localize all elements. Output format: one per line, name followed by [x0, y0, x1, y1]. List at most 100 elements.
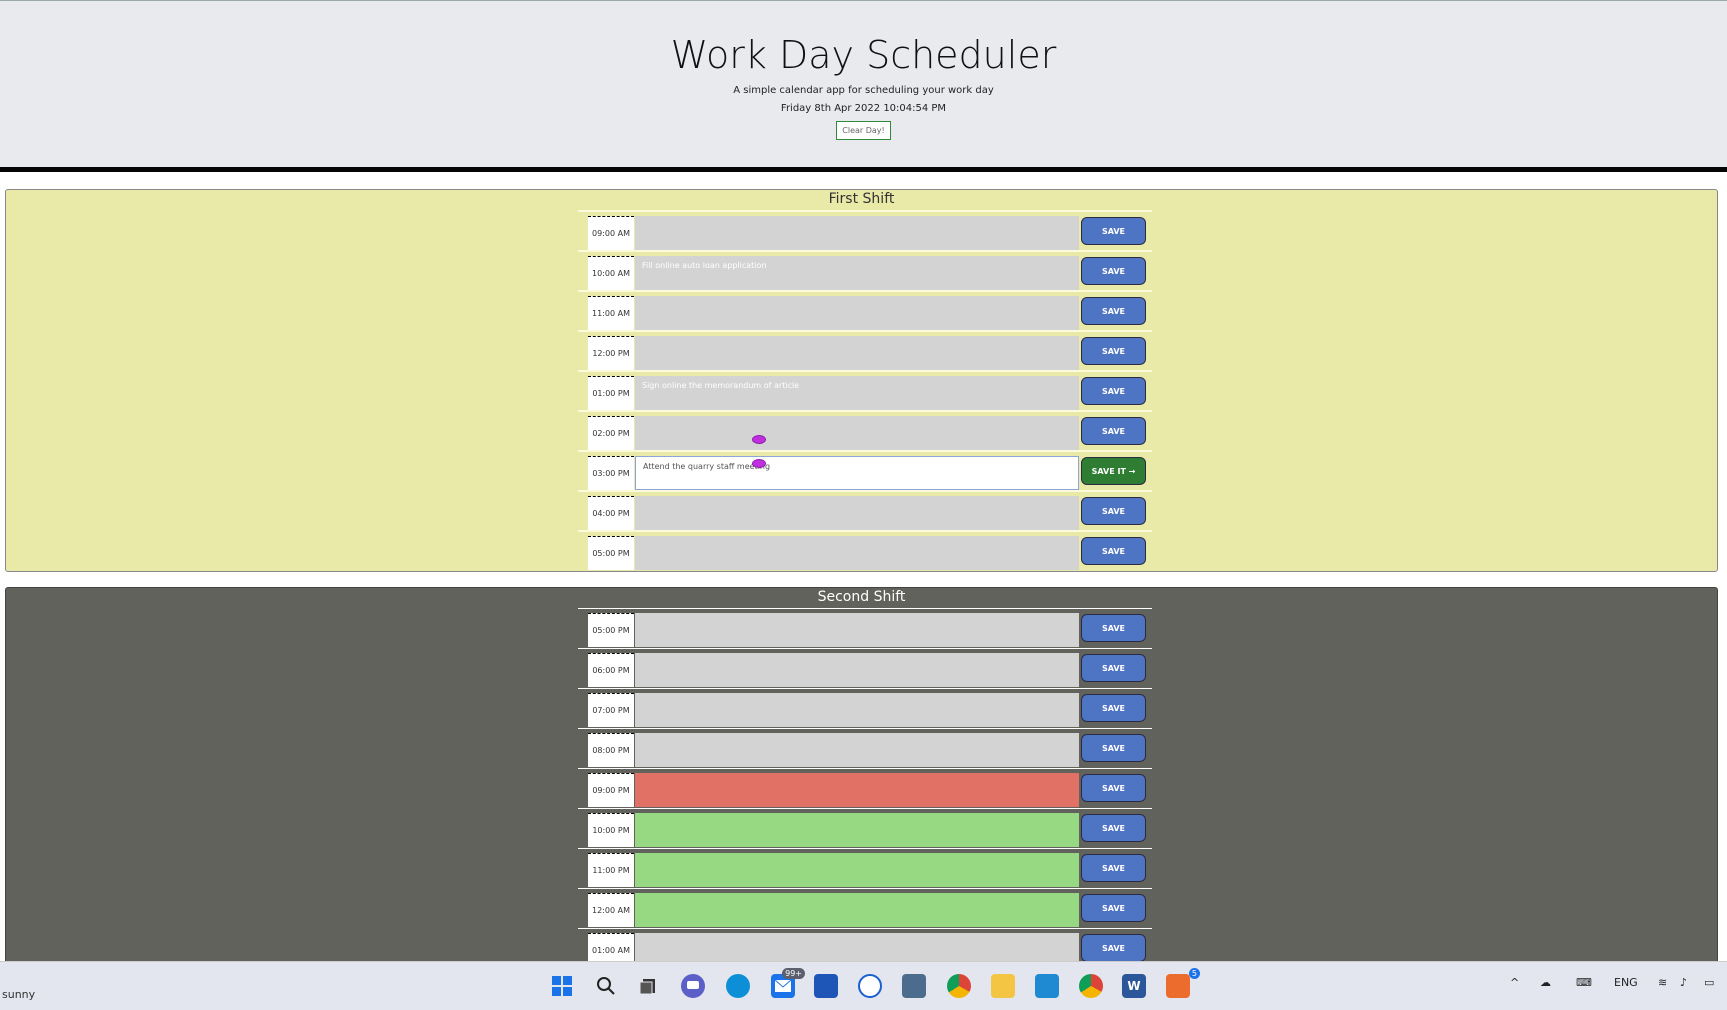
time-block-row: 04:00 PM SAVE [578, 490, 1152, 530]
hour-label: 04:00 PM [588, 496, 634, 530]
hour-label: 07:00 PM [588, 693, 634, 727]
wifi-icon[interactable]: ≋ [1658, 976, 1667, 989]
time-block-row: 12:00 AM SAVE [578, 888, 1152, 928]
hour-label: 12:00 AM [588, 893, 634, 927]
hour-label: 11:00 AM [588, 296, 634, 330]
save-button[interactable]: SAVE [1081, 337, 1146, 365]
save-button[interactable]: SAVE [1081, 537, 1146, 565]
save-button[interactable]: SAVE IT → [1081, 457, 1146, 485]
hour-label: 05:00 PM [588, 613, 634, 647]
save-button[interactable]: SAVE [1081, 734, 1146, 762]
save-button[interactable]: SAVE [1081, 654, 1146, 682]
teams-chat-icon[interactable] [681, 974, 705, 998]
page-header: Work Day Scheduler A simple calendar app… [0, 0, 1727, 168]
event-description-input[interactable] [635, 853, 1079, 887]
time-block-row: 06:00 PM SAVE [578, 648, 1152, 688]
hour-label: 06:00 PM [588, 653, 634, 687]
battery-icon[interactable]: ▭ [1704, 976, 1714, 989]
save-button[interactable]: SAVE [1081, 497, 1146, 525]
time-block-row: 09:00 AM SAVE [578, 210, 1152, 250]
taskbar: sunny 99+ W 5 ^ ☁ ⌨ ENG ≋ ♪ ▭ [0, 961, 1727, 1010]
event-description-input[interactable]: Fill online auto loan application [635, 256, 1079, 290]
page-title: Work Day Scheduler [670, 33, 1057, 77]
hour-label: 10:00 AM [588, 256, 634, 290]
event-description-input[interactable] [635, 416, 1079, 450]
hour-label: 09:00 AM [588, 216, 634, 250]
event-description-input[interactable]: Attend the quarry staff meeting [635, 456, 1079, 490]
save-button[interactable]: SAVE [1081, 694, 1146, 722]
event-description-input[interactable] [635, 693, 1079, 727]
event-description-input[interactable] [635, 653, 1079, 687]
event-description-input[interactable] [635, 536, 1079, 570]
save-button[interactable]: SAVE [1081, 614, 1146, 642]
edge-icon[interactable] [726, 974, 750, 998]
event-description-input[interactable] [635, 296, 1079, 330]
save-button[interactable]: SAVE [1081, 774, 1146, 802]
save-button[interactable]: SAVE [1081, 297, 1146, 325]
time-block-row: 01:00 PM Sign online the memorandum of ar… [578, 370, 1152, 410]
save-button[interactable]: SAVE [1081, 377, 1146, 405]
time-block-row: 12:00 PM SAVE [578, 330, 1152, 370]
time-block-row: 10:00 PM SAVE [578, 808, 1152, 848]
chrome-icon[interactable] [947, 974, 971, 998]
store-icon[interactable] [814, 974, 838, 998]
file-explorer-icon[interactable] [991, 974, 1015, 998]
chrome-profile-icon[interactable] [1079, 974, 1103, 998]
save-button[interactable]: SAVE [1081, 217, 1146, 245]
word-icon[interactable]: W [1122, 974, 1146, 998]
hour-label: 12:00 PM [588, 336, 634, 370]
hour-label: 05:00 PM [588, 536, 634, 570]
save-button[interactable]: SAVE [1081, 814, 1146, 842]
save-button[interactable]: SAVE [1081, 257, 1146, 285]
time-block-row: 03:00 PM Attend the quarry staff meeting S… [578, 450, 1152, 490]
event-description-input[interactable] [635, 893, 1079, 927]
second-shift-panel: Second Shift 05:00 PM SAVE 06:00 PM SAVE 07:… [5, 587, 1718, 1007]
hour-label: 08:00 PM [588, 733, 634, 767]
hour-label: 09:00 PM [588, 773, 634, 807]
save-button[interactable]: SAVE [1081, 854, 1146, 882]
office-icon[interactable]: 5 [1166, 968, 1200, 998]
camera-icon[interactable] [902, 974, 926, 998]
mail-icon[interactable]: 99+ [771, 968, 805, 998]
weather-widget[interactable]: sunny [2, 988, 35, 1001]
task-view-icon[interactable] [637, 974, 661, 998]
time-block-row: 08:00 PM SAVE [578, 728, 1152, 768]
search-icon[interactable] [594, 974, 618, 998]
time-block-row: 05:00 PM SAVE [578, 530, 1152, 570]
save-button[interactable]: SAVE [1081, 417, 1146, 445]
app-icon[interactable] [858, 974, 882, 998]
event-description-input[interactable] [635, 336, 1079, 370]
hour-label: 03:00 PM [588, 456, 634, 490]
event-description-input[interactable] [635, 813, 1079, 847]
event-description-input[interactable] [635, 496, 1079, 530]
event-description-input[interactable] [635, 613, 1079, 647]
save-button[interactable]: SAVE [1081, 894, 1146, 922]
event-description-input[interactable]: Sign online the memorandum of article [635, 376, 1079, 410]
save-button[interactable]: SAVE [1081, 934, 1146, 962]
hour-label: 01:00 PM [588, 376, 634, 410]
time-block-row: 07:00 PM SAVE [578, 688, 1152, 728]
time-block-row: 09:00 PM SAVE [578, 768, 1152, 808]
tray-chevron-icon[interactable]: ^ [1510, 976, 1519, 989]
event-description-input[interactable] [635, 773, 1079, 807]
windows-start-icon[interactable] [550, 974, 574, 998]
tray-onedrive-icon[interactable]: ☁ [1540, 976, 1551, 989]
volume-icon[interactable]: ♪ [1680, 976, 1687, 989]
time-block-row: 02:00 PM SAVE [578, 410, 1152, 450]
office-badge: 5 [1188, 968, 1200, 979]
cursor-marker-icon [752, 435, 766, 444]
header-divider [0, 167, 1727, 172]
hour-label: 10:00 PM [588, 813, 634, 847]
event-description-input[interactable] [635, 216, 1079, 250]
first-shift-title: First Shift [828, 191, 895, 207]
time-block-row: 11:00 PM SAVE [578, 848, 1152, 888]
first-shift-panel: First Shift 09:00 AM SAVE 10:00 AM Fill onl… [5, 189, 1718, 572]
language-indicator[interactable]: ENG [1614, 976, 1638, 989]
clear-day-button[interactable]: Clear Day! [836, 121, 891, 140]
event-description-input[interactable] [635, 733, 1079, 767]
hour-label: 11:00 PM [588, 853, 634, 887]
vscode-icon[interactable] [1035, 974, 1059, 998]
hour-label: 02:00 PM [588, 416, 634, 450]
tray-keyboard-icon[interactable]: ⌨ [1576, 976, 1592, 989]
second-shift-title: Second Shift [817, 589, 906, 605]
